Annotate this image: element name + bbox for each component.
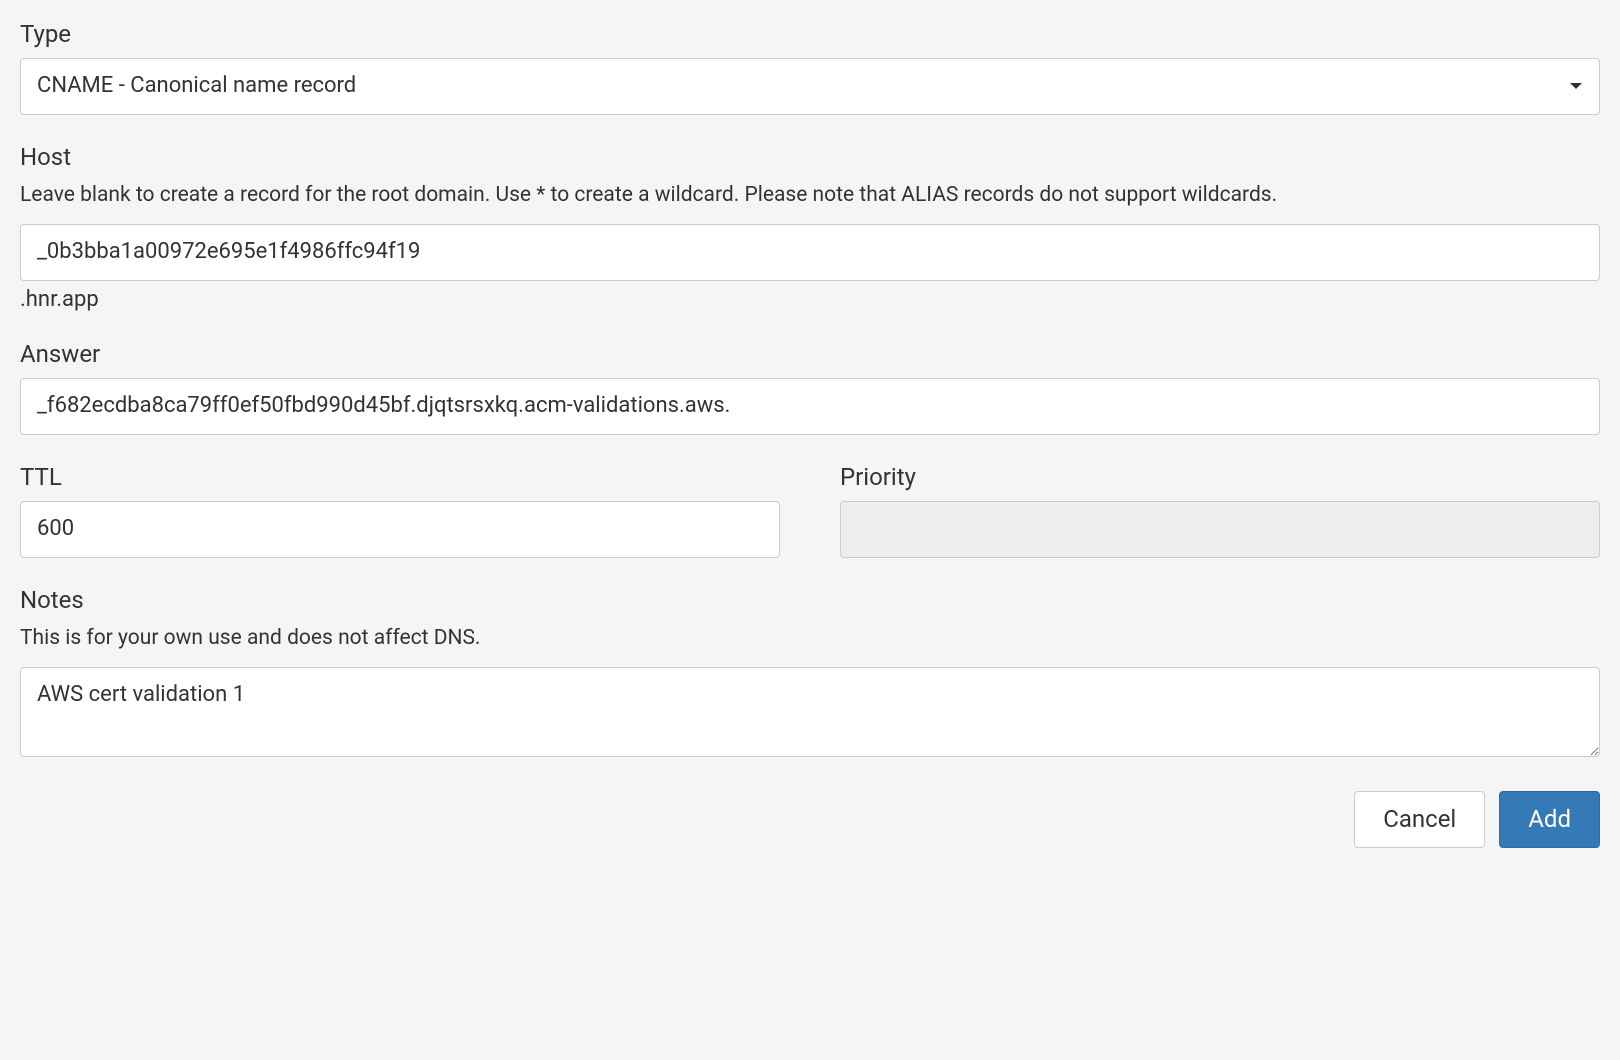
dns-record-form: Type CNAME - Canonical name record Host … <box>20 20 1600 848</box>
answer-label: Answer <box>20 340 1600 368</box>
priority-group: Priority <box>840 463 1600 558</box>
ttl-priority-row: TTL Priority <box>20 463 1600 586</box>
priority-input <box>840 501 1600 558</box>
type-label: Type <box>20 20 1600 48</box>
ttl-group: TTL <box>20 463 780 558</box>
notes-label: Notes <box>20 586 1600 614</box>
answer-group: Answer <box>20 340 1600 435</box>
add-button[interactable]: Add <box>1499 791 1600 848</box>
host-label: Host <box>20 143 1600 171</box>
host-suffix: .hnr.app <box>20 287 1600 312</box>
notes-textarea[interactable] <box>20 667 1600 757</box>
host-input[interactable] <box>20 224 1600 281</box>
host-hint: Leave blank to create a record for the r… <box>20 181 1600 210</box>
priority-label: Priority <box>840 463 1600 491</box>
type-group: Type CNAME - Canonical name record <box>20 20 1600 115</box>
answer-input[interactable] <box>20 378 1600 435</box>
ttl-label: TTL <box>20 463 780 491</box>
type-select[interactable]: CNAME - Canonical name record <box>20 58 1600 115</box>
notes-hint: This is for your own use and does not af… <box>20 624 1600 653</box>
cancel-button[interactable]: Cancel <box>1354 791 1485 848</box>
type-select-wrapper: CNAME - Canonical name record <box>20 58 1600 115</box>
ttl-input[interactable] <box>20 501 780 558</box>
host-group: Host Leave blank to create a record for … <box>20 143 1600 312</box>
notes-group: Notes This is for your own use and does … <box>20 586 1600 763</box>
button-row: Cancel Add <box>20 791 1600 848</box>
